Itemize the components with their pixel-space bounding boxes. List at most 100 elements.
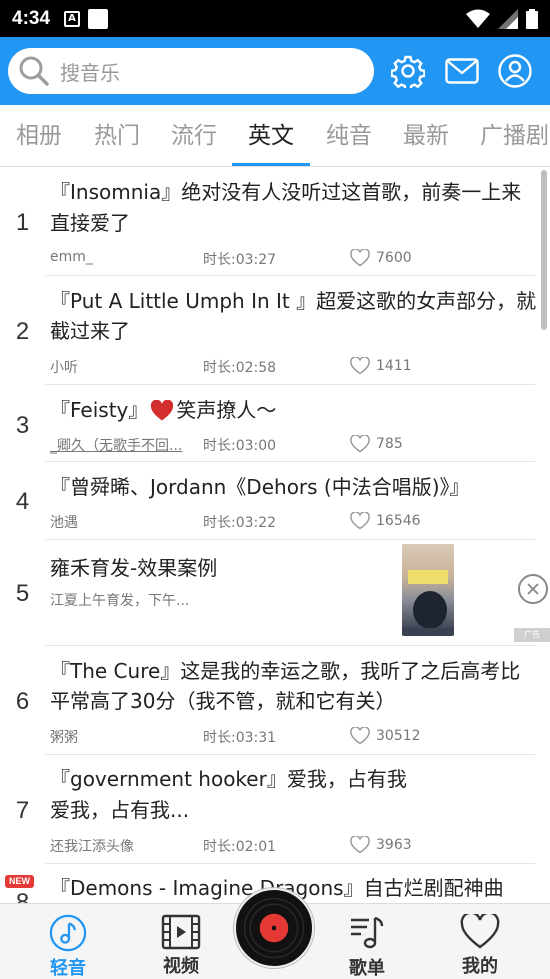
- list-item[interactable]: 3 『Feisty』 笑声撩人～ _卿久（无歌手不回... 时长:03:00 7…: [0, 385, 550, 462]
- likes-count: 1411: [376, 358, 412, 374]
- now-playing-disc[interactable]: [234, 888, 314, 968]
- rank-number: 4: [15, 488, 30, 515]
- status-time: 4:34: [12, 7, 51, 29]
- heart-outline-icon: [350, 249, 370, 267]
- notification-square-icon: [88, 8, 109, 29]
- app-header: 搜音乐: [0, 37, 550, 105]
- red-heart-icon: [151, 399, 174, 420]
- nav-playlist[interactable]: 歌单: [322, 904, 412, 979]
- duration: 时长:02:58: [203, 360, 277, 376]
- author-name: emm_: [50, 249, 93, 265]
- list-item[interactable]: 4 『曾舜晞、Jordann《Dehors (中法合唱版)》』 池遇 时长:03…: [0, 462, 550, 540]
- likes: 1411: [350, 357, 412, 375]
- author-name: 小听: [50, 360, 78, 376]
- new-badge: NEW: [5, 875, 34, 888]
- ad-close-button[interactable]: [518, 574, 548, 604]
- settings-button[interactable]: [390, 53, 426, 89]
- signal-icon: [498, 8, 518, 29]
- duration: 时长:03:27: [203, 252, 277, 268]
- song-title-line2: 平常高了30分（我不管，就和它有关）: [50, 689, 396, 713]
- nav-label: 我的: [462, 956, 498, 977]
- likes: 7600: [350, 249, 412, 267]
- author-name: 粥粥: [50, 730, 78, 746]
- song-meta: 小听 时长:02:58 1411: [50, 357, 540, 377]
- list-item[interactable]: 2 『Put A Little Umph In It 』超爱这歌的女声部分，就 …: [0, 276, 550, 385]
- song-title-part1: 『Feisty』: [50, 398, 149, 422]
- rank-number: 8: [15, 889, 30, 903]
- music-note-icon: [49, 914, 87, 952]
- heart-outline-icon: [350, 727, 370, 745]
- ad-item[interactable]: 5 雍禾育发-效果案例 江夏上午育发，下午... 广告: [0, 540, 550, 646]
- tab-english[interactable]: 英文: [248, 105, 294, 166]
- tab-indicator: [232, 163, 310, 166]
- status-bar: 4:34 A: [0, 0, 550, 37]
- song-title-line2: 直接爱了: [50, 211, 130, 235]
- likes-count: 785: [376, 436, 403, 452]
- author-name: 池遇: [50, 515, 78, 531]
- rank-number: 1: [15, 209, 30, 236]
- heart-icon: [460, 914, 500, 949]
- search-input[interactable]: 搜音乐: [8, 48, 374, 94]
- status-icons: [466, 8, 538, 29]
- tab-pure[interactable]: 纯音: [326, 105, 372, 166]
- ad-subtitle: 江夏上午育发，下午...: [50, 593, 190, 609]
- tab-hot[interactable]: 热门: [94, 105, 140, 166]
- mail-icon: [445, 58, 479, 84]
- likes-count: 7600: [376, 250, 412, 266]
- list-item[interactable]: 7 『government hooker』爱我，占有我 爱我，占有我... 还我…: [0, 755, 550, 864]
- app-screen: 4:34 A 搜音乐 相册 热门 流行 英文 纯音 最新 广播剧 1 『Inso…: [0, 0, 550, 979]
- song-title: 『The Cure』这是我的幸运之歌，我听了之后高考比: [50, 659, 521, 683]
- list-item[interactable]: 1 『Insomnia』绝对没有人没听过这首歌，前奏一上来 直接爱了 emm_ …: [0, 168, 550, 276]
- duration: 时长:02:01: [203, 839, 277, 855]
- ad-title: 雍禾育发-效果案例: [50, 556, 218, 580]
- close-icon: [527, 583, 539, 595]
- likes: 3963: [350, 836, 412, 854]
- song-meta: emm_ 时长:03:27 7600: [50, 249, 540, 269]
- rank-number: 7: [15, 797, 30, 824]
- nav-light-music[interactable]: 轻音: [23, 904, 113, 979]
- scrollbar[interactable]: [541, 170, 547, 330]
- tab-album[interactable]: 相册: [16, 105, 62, 166]
- user-icon: [498, 54, 532, 88]
- song-title: 『Feisty』 笑声撩人～: [50, 395, 546, 426]
- song-title-line2: 爱我，占有我...: [50, 798, 190, 822]
- search-placeholder: 搜音乐: [60, 60, 120, 85]
- messages-button[interactable]: [444, 53, 480, 89]
- duration: 时长:03:31: [203, 730, 277, 746]
- song-title-line2: 截过来了: [50, 319, 130, 343]
- tab-latest[interactable]: 最新: [403, 105, 449, 166]
- tab-radio-drama[interactable]: 广播剧: [480, 105, 549, 166]
- nav-mine[interactable]: 我的: [435, 904, 525, 979]
- song-meta: 还我江添头像 时长:02:01 3963: [50, 836, 540, 856]
- likes-count: 3963: [376, 837, 412, 853]
- likes: 30512: [350, 727, 421, 745]
- ad-label: 广告: [514, 628, 550, 642]
- search-icon: [19, 56, 49, 86]
- tab-pop[interactable]: 流行: [171, 105, 217, 166]
- likes-count: 16546: [376, 513, 421, 529]
- likes: 16546: [350, 512, 421, 530]
- song-title: 『曾舜晞、Jordann《Dehors (中法合唱版)》』: [50, 475, 470, 499]
- heart-outline-icon: [350, 836, 370, 854]
- song-title-part2: 笑声撩人～: [176, 398, 277, 422]
- ad-thumbnail[interactable]: [402, 544, 454, 636]
- rank-number: 3: [15, 412, 30, 439]
- author-name: _卿久（无歌手不回...: [50, 438, 183, 454]
- nav-label: 视频: [163, 956, 199, 977]
- song-meta: 池遇 时长:03:22 16546: [50, 512, 540, 532]
- song-list: 1 『Insomnia』绝对没有人没听过这首歌，前奏一上来 直接爱了 emm_ …: [0, 168, 550, 903]
- nav-video[interactable]: 视频: [136, 904, 226, 979]
- notification-a-icon: A: [64, 10, 81, 27]
- battery-icon: [526, 8, 538, 29]
- list-item[interactable]: 6 『The Cure』这是我的幸运之歌，我听了之后高考比 平常高了30分（我不…: [0, 646, 550, 755]
- song-title: 『Put A Little Umph In It 』超爱这歌的女声部分，就: [50, 289, 537, 313]
- heart-outline-icon: [350, 357, 370, 375]
- gear-icon: [391, 55, 425, 88]
- song-meta: 粥粥 时长:03:31 30512: [50, 727, 540, 747]
- profile-button[interactable]: [497, 53, 533, 89]
- playlist-icon: [351, 916, 384, 949]
- heart-outline-icon: [350, 512, 370, 530]
- heart-outline-icon: [350, 435, 370, 453]
- song-title: 『government hooker』爱我，占有我: [50, 767, 407, 791]
- wifi-icon: [466, 9, 490, 28]
